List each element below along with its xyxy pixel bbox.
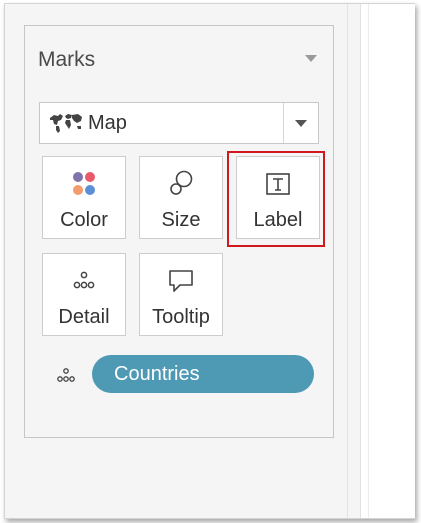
field-row-countries: Countries: [56, 355, 321, 393]
size-button-label: Size: [161, 209, 201, 231]
tooltip-button-label: Tooltip: [152, 306, 210, 328]
label-button-label: Label: [253, 209, 303, 231]
speech-bubble-icon: [140, 266, 222, 296]
chevron-down-icon: [295, 119, 307, 127]
detail-button[interactable]: Detail: [42, 253, 126, 336]
text-label-icon: [237, 169, 319, 199]
panel-divider: [347, 4, 348, 518]
color-dots-icon: [43, 169, 125, 199]
map-icon: [48, 111, 86, 135]
canvas-area: [360, 4, 415, 518]
tooltip-button[interactable]: Tooltip: [139, 253, 223, 336]
marks-card-title: Marks: [38, 48, 96, 71]
countries-field-pill[interactable]: Countries: [92, 355, 314, 393]
size-circles-icon: [140, 169, 222, 199]
detail-dots-icon: [43, 266, 125, 296]
mark-type-dropdown-button[interactable]: [283, 103, 318, 143]
canvas-edge: [368, 4, 369, 518]
mark-type-value: Map: [88, 111, 127, 134]
detail-button-label: Detail: [58, 306, 110, 328]
color-button-label: Color: [60, 209, 108, 231]
color-button[interactable]: Color: [42, 156, 126, 239]
card-menu-chevron-icon[interactable]: [305, 55, 317, 62]
label-button[interactable]: Label: [236, 156, 320, 239]
detail-encoding-icon: [56, 367, 76, 385]
size-button[interactable]: Size: [139, 156, 223, 239]
mark-type-dropdown[interactable]: Map: [39, 102, 319, 144]
